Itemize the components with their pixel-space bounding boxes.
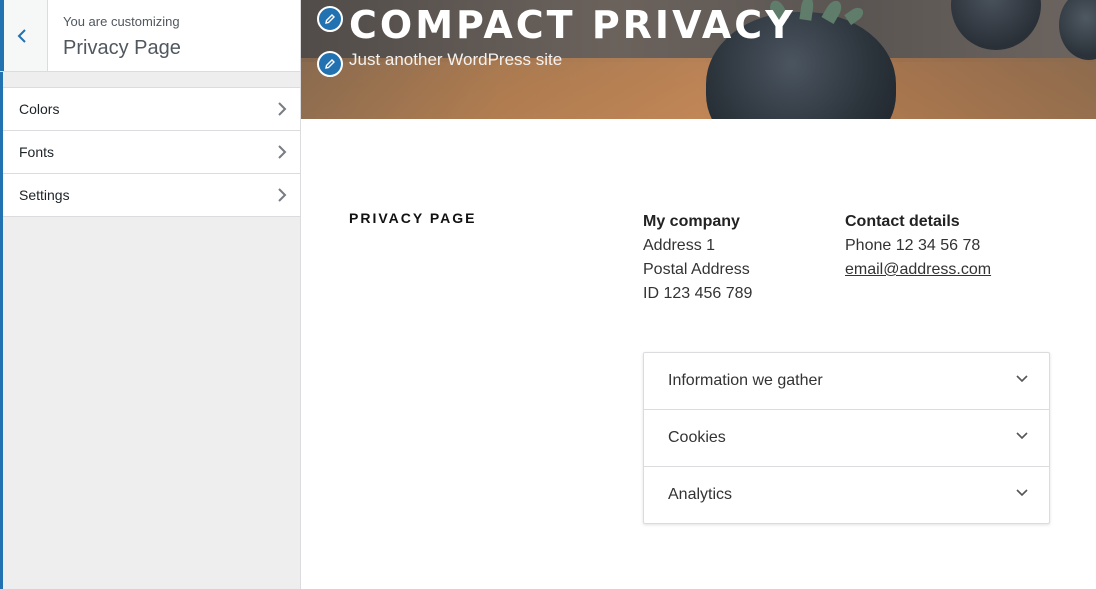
customizing-title: Privacy Page [63, 37, 181, 59]
customizer-panel-list: Colors Fonts Settings [3, 87, 300, 217]
privacy-accordion: Information we gather Cookies Analytics [643, 352, 1050, 524]
pencil-icon [325, 14, 335, 24]
company-address-line: Postal Address [643, 261, 750, 278]
customizer-sidebar: You are customizing Privacy Page Colors … [0, 0, 301, 589]
company-info: My company Address 1 Postal Address ID 1… [643, 210, 752, 306]
customizing-label: You are customizing [63, 14, 180, 29]
contact-email-link[interactable]: email@address.com [845, 261, 991, 278]
panel-label: Settings [19, 187, 70, 203]
accordion-label: Information we gather [668, 372, 823, 389]
panel-label: Colors [19, 101, 60, 117]
chevron-left-icon [17, 29, 26, 43]
company-title: My company [643, 213, 740, 230]
panel-colors[interactable]: Colors [3, 87, 300, 130]
page-title: PRIVACY PAGE [349, 210, 477, 226]
chevron-right-icon [278, 145, 287, 159]
back-button[interactable] [0, 0, 48, 71]
site-tagline: Just another WordPress site [349, 50, 563, 69]
contact-phone: Phone 12 34 56 78 [845, 237, 981, 254]
chevron-right-icon [278, 102, 287, 116]
accordion-item-information[interactable]: Information we gather [644, 353, 1049, 410]
site-preview: COMPACT PRIVACY Just another WordPress s… [301, 0, 1096, 589]
accordion-label: Analytics [668, 486, 733, 503]
site-title[interactable]: COMPACT PRIVACY [349, 3, 796, 47]
chevron-right-icon [278, 188, 287, 202]
panel-settings[interactable]: Settings [3, 173, 300, 217]
edit-tagline-shortcut[interactable] [317, 51, 343, 77]
chevron-down-icon [1016, 489, 1028, 497]
pencil-icon [325, 59, 335, 69]
accordion-item-cookies[interactable]: Cookies [644, 410, 1049, 467]
accordion-item-analytics[interactable]: Analytics [644, 467, 1049, 523]
customizer-header: You are customizing Privacy Page [0, 0, 300, 72]
panel-label: Fonts [19, 144, 55, 160]
header-image: COMPACT PRIVACY Just another WordPress s… [301, 0, 1096, 119]
company-address-line: Address 1 [643, 237, 716, 254]
contact-title: Contact details [845, 213, 960, 230]
panel-fonts[interactable]: Fonts [3, 130, 300, 173]
chevron-down-icon [1016, 375, 1028, 383]
company-id-line: ID 123 456 789 [643, 285, 753, 302]
chevron-down-icon [1016, 432, 1028, 440]
accordion-label: Cookies [668, 429, 726, 446]
edit-title-shortcut[interactable] [317, 6, 343, 32]
contact-info: Contact details Phone 12 34 56 78 email@… [845, 210, 991, 282]
